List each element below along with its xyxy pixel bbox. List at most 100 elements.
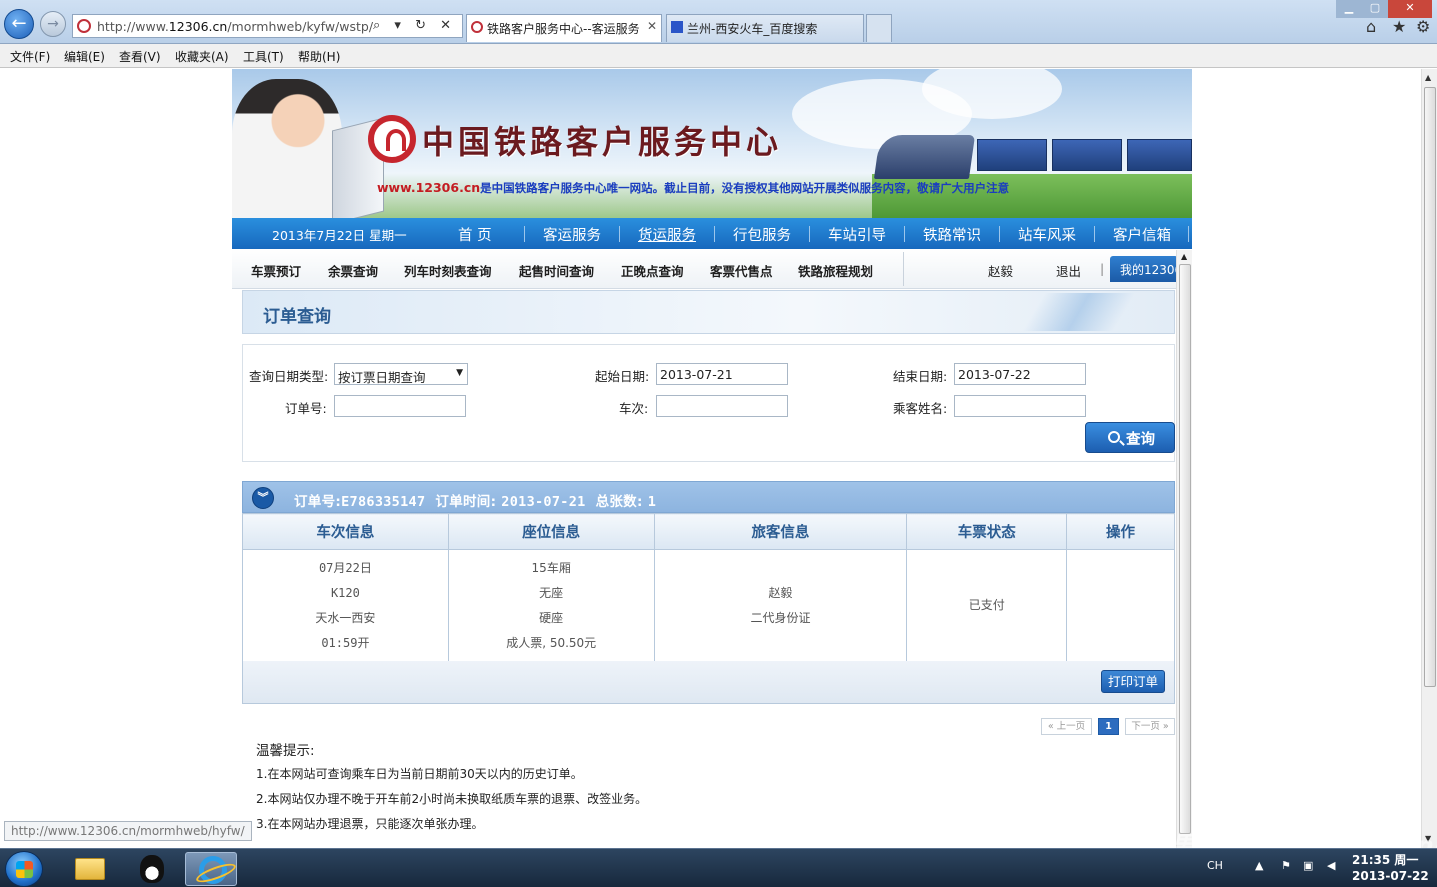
close-tab-icon[interactable]: ✕ [647, 19, 657, 33]
ie-taskbar-button[interactable] [185, 852, 237, 886]
site-brand-title: 中国铁路客户服务中心 [422, 123, 783, 161]
baidu-favicon-icon [671, 21, 683, 33]
subnav-sale-time[interactable]: 起售时间查询 [519, 261, 594, 280]
order-footer: 打印订单 [242, 661, 1175, 704]
address-bar[interactable]: http://www.12306.cn/mormhweb/kyfw/wstp/ … [72, 14, 463, 38]
tip-line: 2.本网站仅办理不晚于开车前2小时尚未换取纸质车票的退票、改签业务。 [256, 792, 648, 806]
forward-button[interactable]: → [40, 11, 66, 37]
nav-passenger[interactable]: 客运服务 [543, 224, 601, 245]
order-no-input[interactable] [334, 395, 466, 417]
address-url[interactable]: http://www.12306.cn/mormhweb/kyfw/wstp/ [97, 19, 373, 34]
back-arrow-icon: ← [11, 13, 27, 34]
train-info-cell: 07月22日 K120 天水一西安 01:59开 [242, 549, 449, 662]
subnav-book-ticket[interactable]: 车票预订 [251, 261, 301, 280]
print-order-button[interactable]: 打印订单 [1101, 670, 1165, 693]
nav-station-guide[interactable]: 车站引导 [828, 224, 886, 245]
address-controls[interactable]: ⌕ ▾ ↻ ✕ [373, 18, 456, 33]
subnav-delay-query[interactable]: 正晚点查询 [621, 261, 684, 280]
inner-scrollbar[interactable]: ▲ [1176, 250, 1192, 848]
train-date: 07月22日 [318, 560, 372, 575]
nav-railway-knowledge[interactable]: 铁路常识 [923, 224, 981, 245]
pager-prev[interactable]: « 上一页 [1041, 718, 1092, 735]
language-indicator[interactable]: CH [1207, 859, 1223, 872]
home-icon[interactable]: ⌂ [1366, 17, 1376, 36]
nav-separator [904, 226, 905, 242]
inner-scroll-thumb[interactable] [1179, 264, 1191, 834]
order-time-caption: 订单时间: [435, 494, 497, 510]
minimize-button[interactable]: ▁ [1336, 0, 1362, 18]
my-12306-button[interactable]: 我的12306 [1110, 256, 1178, 282]
passenger-info-cell: 赵毅 二代身份证 [653, 549, 908, 662]
nav-station-style[interactable]: 站车风采 [1018, 224, 1076, 245]
subnav-remaining-tickets[interactable]: 余票查询 [328, 261, 378, 280]
flag-notification-icon[interactable]: ⚑ [1281, 859, 1291, 872]
volume-icon[interactable]: ◀ [1327, 859, 1335, 872]
passenger-name-input[interactable] [954, 395, 1086, 417]
qq-taskbar-button[interactable] [128, 852, 176, 886]
gear-icon[interactable]: ⚙ [1416, 17, 1430, 36]
subnav-separator: | [1100, 261, 1105, 276]
subnav-timetable[interactable]: 列车时刻表查询 [404, 261, 492, 280]
tray-expand-icon[interactable]: ▲ [1255, 859, 1263, 872]
page-title: 订单查询 [263, 307, 331, 327]
nav-freight[interactable]: 货运服务 [638, 224, 696, 245]
nav-luggage[interactable]: 行包服务 [733, 224, 791, 245]
container-car [977, 139, 1047, 171]
close-window-button[interactable]: ✕ [1388, 0, 1432, 18]
collapse-chevron-icon[interactable]: ︾ [252, 487, 274, 509]
browser-titlebar: ← → http://www.12306.cn/mormhweb/kyfw/ws… [0, 0, 1437, 44]
maximize-button[interactable]: ▢ [1362, 0, 1388, 18]
new-tab-button[interactable] [866, 14, 892, 42]
network-icon[interactable]: ▣ [1303, 859, 1313, 872]
query-button[interactable]: 查询 [1085, 422, 1175, 453]
id-type: 二代身份证 [750, 610, 811, 625]
tab-12306[interactable]: 铁路客户服务中心--客运服务 ✕ [466, 14, 662, 42]
scroll-up-icon[interactable]: ▲ [1425, 73, 1431, 82]
menu-favorites[interactable]: 收藏夹(A) [175, 48, 229, 65]
service-agent-image [232, 79, 342, 218]
dropdown-arrow-icon: ▼ [456, 368, 463, 378]
start-button[interactable] [5, 851, 43, 887]
favorites-star-icon[interactable]: ★ [1392, 17, 1406, 36]
username[interactable]: 赵毅 [988, 261, 1013, 280]
back-button[interactable]: ← [4, 9, 34, 39]
tab-baidu-search[interactable]: 兰州-西安火车_百度搜索 [666, 14, 864, 42]
tips-heading: 温馨提示: [256, 743, 315, 759]
explorer-taskbar-button[interactable] [66, 852, 114, 886]
date-type-value: 按订票日期查询 [338, 370, 426, 385]
date-type-label: 查询日期类型: [249, 369, 329, 384]
folder-icon [75, 858, 105, 880]
current-date: 2013年7月22日 星期一 [272, 228, 407, 243]
date-type-select[interactable]: 按订票日期查询 ▼ [334, 363, 468, 385]
table-row: 07月22日 K120 天水一西安 01:59开 15车厢 无座 硬座 成人票,… [242, 549, 1175, 662]
menu-view[interactable]: 查看(V) [119, 48, 161, 65]
scroll-up-icon[interactable]: ▲ [1181, 252, 1187, 261]
end-date-input[interactable]: 2013-07-22 [954, 363, 1086, 385]
ticket-count-value: 1 [647, 494, 657, 510]
nav-separator [714, 226, 715, 242]
main-nav: 2013年7月22日 星期一 首 页 客运服务 货运服务 行包服务 车站引导 铁… [232, 218, 1192, 249]
subnav-agents[interactable]: 客票代售点 [710, 261, 773, 280]
subnav-trip-planner[interactable]: 铁路旅程规划 [798, 261, 873, 280]
menu-tools[interactable]: 工具(T) [243, 48, 284, 65]
start-date-input[interactable]: 2013-07-21 [656, 363, 788, 385]
car-number: 15车厢 [531, 560, 571, 575]
page-scroll-thumb[interactable] [1424, 87, 1436, 687]
menu-edit[interactable]: 编辑(E) [64, 48, 105, 65]
nav-mailbox[interactable]: 客户信箱 [1113, 224, 1171, 245]
end-date-label: 结束日期: [893, 369, 948, 384]
train-no-input[interactable] [656, 395, 788, 417]
pager-page-1[interactable]: 1 [1098, 718, 1119, 735]
order-no-label: 订单号: [285, 401, 327, 416]
train-no-label: 车次: [619, 401, 649, 416]
page-scrollbar[interactable]: ▲ ▼ [1421, 69, 1437, 848]
system-clock[interactable]: 21:35 周一 2013-07-22 [1352, 852, 1429, 884]
logout-link[interactable]: 退出 [1056, 261, 1081, 280]
menu-file[interactable]: 文件(F) [10, 48, 50, 65]
order-no-value: E786335147 [341, 494, 426, 510]
pager-next[interactable]: 下一页 » [1125, 718, 1175, 735]
site-banner: 中国铁路客户服务中心 www.12306.cn是中国铁路客户服务中心唯一网站。截… [232, 69, 1192, 218]
nav-home[interactable]: 首 页 [458, 224, 492, 245]
search-icon [1108, 431, 1120, 443]
menu-help[interactable]: 帮助(H) [298, 48, 340, 65]
